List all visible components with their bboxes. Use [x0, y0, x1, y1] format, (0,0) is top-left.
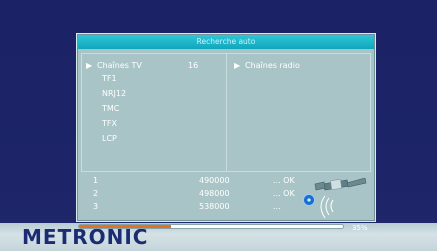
tv-channel-item: TFX: [102, 119, 117, 128]
frequency-row: 2 498000 ... OK: [81, 188, 311, 199]
triangle-right-icon: ▶: [86, 61, 93, 70]
frequency-status: ...: [273, 202, 281, 211]
frequency-row: 1 490000 ... OK: [81, 175, 311, 186]
tv-channel-count: 16: [188, 61, 199, 70]
satellite-icon: [314, 178, 367, 219]
scan-progress-fill: [79, 225, 172, 228]
auto-search-dialog: Recherche auto ▶ Chaînes TV 16 TF1 NRJ12 …: [76, 33, 376, 222]
frequency-value: 498000: [199, 189, 230, 198]
frequency-value: 538000: [199, 202, 230, 211]
tv-channel-item: LCP: [102, 134, 117, 143]
brand-logo: METRONIC: [22, 225, 149, 249]
frequency-index: 3: [93, 202, 99, 211]
frequency-value: 490000: [199, 176, 230, 185]
tv-channel-item: NRJ12: [102, 89, 127, 98]
channel-results-panel: ▶ Chaînes TV 16 TF1 NRJ12 TMC TFX LCP ▶ Ch…: [81, 53, 371, 172]
frequency-index: 2: [93, 189, 99, 198]
scan-progress-percent: 35%: [352, 224, 368, 232]
tv-channels-header: ▶ Chaînes TV: [86, 60, 142, 71]
frequency-index: 1: [93, 176, 99, 185]
triangle-right-icon: ▶: [234, 61, 241, 70]
disc-icon: [303, 194, 315, 206]
frequency-row: 3 538000 ...: [81, 201, 311, 212]
radio-channels-header: ▶ Chaînes radio: [234, 60, 300, 71]
tv-channels-label: Chaînes TV: [97, 61, 142, 70]
radio-channels-label: Chaînes radio: [245, 61, 300, 70]
dialog-title: Recherche auto: [78, 35, 374, 50]
tv-channel-item: TMC: [102, 104, 120, 113]
scan-progress-bar: [78, 224, 344, 229]
frequency-status: ... OK: [273, 189, 295, 198]
tv-channel-item: TF1: [102, 74, 117, 83]
panel-divider: [226, 54, 227, 171]
frequency-status: ... OK: [273, 176, 295, 185]
